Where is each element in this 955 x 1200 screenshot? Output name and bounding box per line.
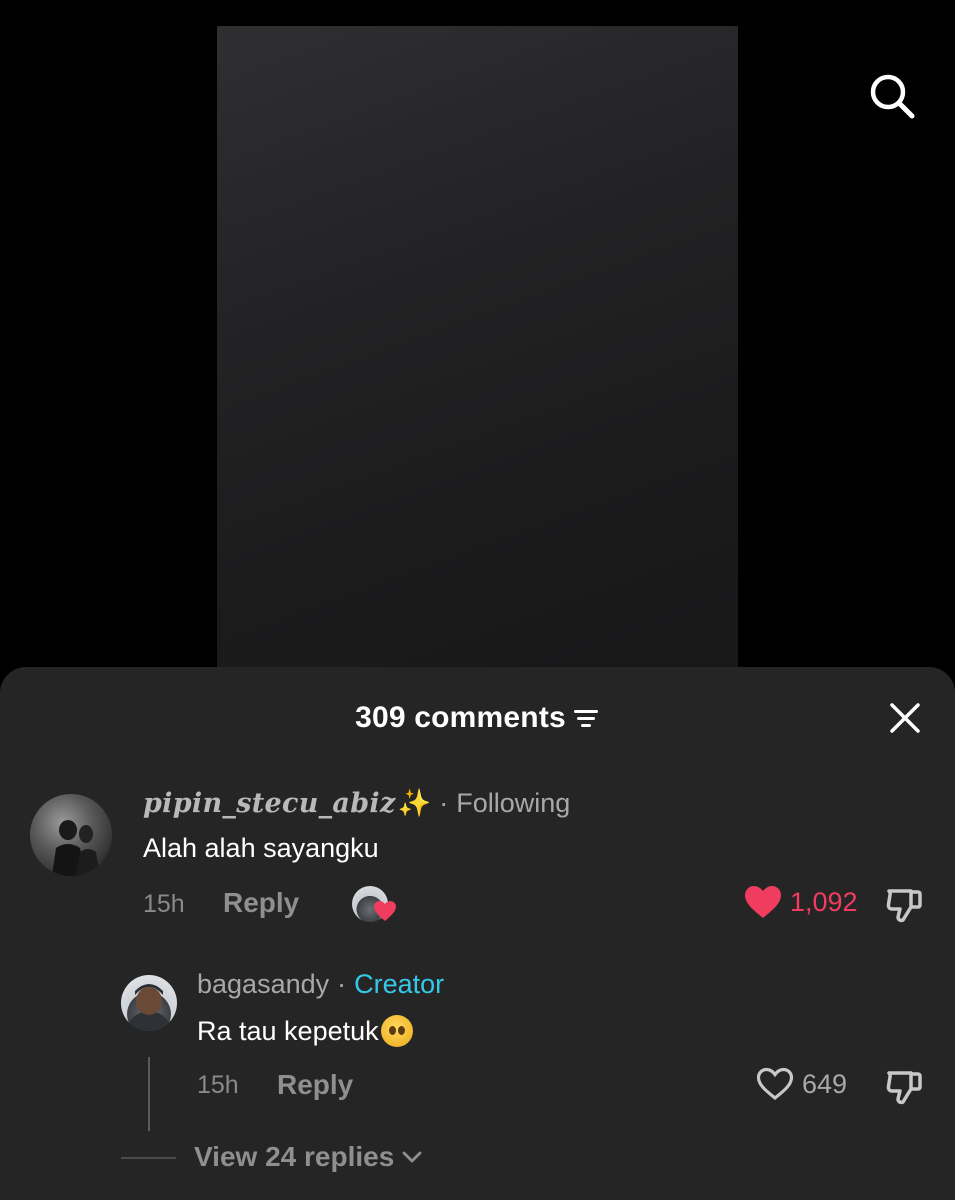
close-button[interactable] bbox=[880, 695, 930, 741]
thumbs-down-icon bbox=[886, 1071, 922, 1105]
comment-time: 15h bbox=[143, 890, 185, 918]
pleading-face-emoji bbox=[380, 1015, 413, 1047]
reply-header: bagasandy · Creator bbox=[197, 969, 444, 1000]
like-count: 1,092 bbox=[790, 886, 858, 917]
close-icon bbox=[890, 703, 920, 733]
heart-outline-icon bbox=[756, 1067, 794, 1101]
separator-dot: · bbox=[337, 969, 347, 999]
dislike-button[interactable] bbox=[884, 1067, 924, 1107]
commenter-avatar[interactable] bbox=[30, 794, 112, 876]
chevron-down-icon bbox=[402, 1151, 422, 1163]
view-replies-button[interactable]: View 24 replies bbox=[194, 1141, 422, 1173]
reply-text: Ra tau kepetuk bbox=[197, 1015, 379, 1046]
comments-header: 309 comments bbox=[0, 695, 955, 741]
filter-lines-icon[interactable] bbox=[572, 704, 600, 732]
sparkles-emoji: ✨ bbox=[397, 788, 432, 818]
following-label: Following bbox=[456, 787, 571, 818]
reply-button[interactable]: Reply bbox=[277, 1069, 353, 1101]
search-icon bbox=[870, 74, 915, 119]
reply-button[interactable]: Reply bbox=[223, 887, 299, 919]
comment-text: Alah alah sayangku bbox=[143, 833, 379, 863]
commenter-username[interactable]: pipin_stecu_abiz bbox=[143, 788, 396, 819]
like-count: 649 bbox=[802, 1068, 848, 1099]
heart-filled-icon bbox=[745, 886, 781, 918]
view-replies-label: View 24 replies bbox=[194, 1141, 395, 1172]
reply-text-row: Ra tau kepetuk bbox=[197, 1015, 413, 1047]
thread-line bbox=[148, 1057, 150, 1131]
separator-dot: · bbox=[439, 787, 449, 818]
reply-time: 15h bbox=[197, 1071, 239, 1099]
comment-header: pipin_stecu_abiz ✨ · Following bbox=[143, 787, 570, 819]
app-screen: 309 comments pipin_stecu_abiz ✨ · Follow… bbox=[0, 0, 955, 1200]
video-thumbnail[interactable] bbox=[217, 26, 738, 686]
like-button[interactable]: 649 bbox=[756, 1067, 847, 1101]
view-replies-divider bbox=[121, 1157, 176, 1159]
heart-icon bbox=[374, 901, 396, 921]
dislike-button[interactable] bbox=[884, 885, 924, 925]
thumbs-down-icon bbox=[886, 889, 922, 923]
like-button[interactable]: 1,092 bbox=[744, 885, 858, 919]
comments-sheet: 309 comments pipin_stecu_abiz ✨ · Follow… bbox=[0, 667, 955, 1200]
search-button[interactable] bbox=[862, 66, 922, 126]
creator-badge: Creator bbox=[354, 969, 445, 999]
creator-username[interactable]: bagasandy bbox=[197, 969, 329, 1000]
comments-count: 309 comments bbox=[355, 701, 566, 734]
creator-avatar[interactable] bbox=[121, 975, 177, 1031]
